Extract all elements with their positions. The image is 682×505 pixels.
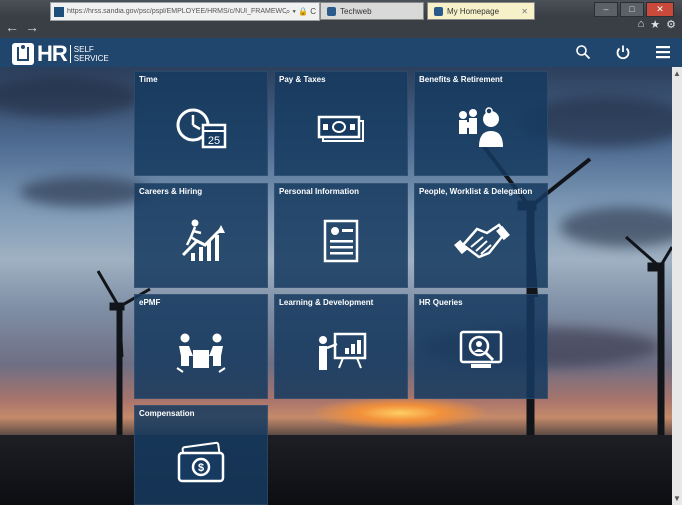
maximize-button[interactable]: □ bbox=[620, 2, 644, 17]
tile-title: Benefits & Retirement bbox=[419, 75, 503, 84]
homepage-favicon-icon bbox=[434, 6, 443, 16]
ground-horizon bbox=[0, 435, 672, 505]
id-card-icon bbox=[309, 215, 373, 265]
tab-my-homepage[interactable]: My Homepage ✕ bbox=[427, 2, 535, 20]
app-header: HR SELF SERVICE bbox=[0, 38, 682, 67]
tile-title: HR Queries bbox=[419, 298, 463, 307]
home-icon[interactable]: ⌂ bbox=[638, 18, 645, 31]
cash-icon: $ bbox=[169, 437, 233, 487]
scroll-up-icon[interactable]: ▲ bbox=[673, 69, 681, 78]
family-doctor-icon bbox=[449, 103, 513, 153]
tile-title: Careers & Hiring bbox=[139, 187, 203, 196]
hr-self-service-logo[interactable]: HR SELF SERVICE bbox=[12, 41, 109, 67]
tab-label: My Homepage bbox=[447, 6, 500, 16]
money-bills-icon bbox=[309, 103, 373, 153]
close-window-button[interactable]: ✕ bbox=[646, 2, 674, 17]
logo-hr-text: HR bbox=[37, 41, 68, 66]
window-controls: – □ ✕ bbox=[594, 2, 674, 17]
tile-title: Personal Information bbox=[279, 187, 360, 196]
tile-title: People, Worklist & Delegation bbox=[419, 187, 533, 196]
tile-title: Pay & Taxes bbox=[279, 75, 326, 84]
presentation-icon bbox=[309, 326, 373, 376]
sandia-logo-icon bbox=[12, 43, 34, 65]
tile-benefits-retirement[interactable]: Benefits & Retirement bbox=[414, 71, 548, 176]
search-icon[interactable] bbox=[574, 42, 592, 62]
tile-title: Learning & Development bbox=[279, 298, 374, 307]
hamburger-menu-icon[interactable] bbox=[654, 42, 672, 62]
minimize-button[interactable]: – bbox=[594, 2, 618, 17]
calendar-day: 25 bbox=[208, 135, 220, 147]
tile-time[interactable]: Time 25 bbox=[134, 71, 268, 176]
clock-calendar-icon: 25 bbox=[169, 103, 233, 153]
handshake-icon bbox=[449, 215, 513, 265]
browser-chrome: – □ ✕ ← → https://hrss.sandia.gov/psc/ps… bbox=[0, 0, 682, 38]
logo-subtitle: SELF SERVICE bbox=[69, 45, 109, 63]
site-favicon-icon bbox=[54, 6, 64, 17]
tab-techweb[interactable]: Techweb bbox=[320, 2, 424, 20]
tile-personal-information[interactable]: Personal Information bbox=[274, 183, 408, 288]
back-icon[interactable]: ← bbox=[4, 19, 20, 35]
svg-text:$: $ bbox=[198, 462, 204, 474]
forward-icon[interactable]: → bbox=[24, 19, 40, 35]
browser-toolbar-icons: ⌂ ★ ⚙ bbox=[638, 18, 676, 31]
tile-careers-hiring[interactable]: Careers & Hiring bbox=[134, 183, 268, 288]
techweb-favicon-icon bbox=[327, 6, 336, 16]
tile-people-worklist-delegation[interactable]: People, Worklist & Delegation bbox=[414, 183, 548, 288]
header-actions bbox=[574, 42, 672, 62]
logo-sub-line2: SERVICE bbox=[73, 54, 109, 63]
tile-title: Compensation bbox=[139, 409, 195, 418]
address-bar-icons[interactable]: ⌕ ▾ 🔒 C bbox=[286, 7, 319, 17]
tile-title: ePMF bbox=[139, 298, 161, 307]
page-scrollbar[interactable]: ▲ ▼ bbox=[672, 67, 682, 505]
logo-sub-line1: SELF bbox=[73, 45, 94, 54]
settings-gear-icon[interactable]: ⚙ bbox=[666, 18, 676, 31]
meeting-icon bbox=[169, 326, 233, 376]
search-person-icon bbox=[449, 326, 513, 376]
career-growth-icon bbox=[169, 215, 233, 265]
address-bar[interactable]: https://hrss.sandia.gov/psc/pspl/EMPLOYE… bbox=[50, 2, 320, 21]
tab-close-icon[interactable]: ✕ bbox=[521, 7, 528, 16]
tile-epmf[interactable]: ePMF bbox=[134, 294, 268, 399]
address-url[interactable]: https://hrss.sandia.gov/psc/pspl/EMPLOYE… bbox=[67, 8, 286, 15]
power-sign-out-icon[interactable] bbox=[614, 42, 632, 62]
tile-compensation[interactable]: Compensation $ bbox=[134, 405, 268, 505]
tab-label: Techweb bbox=[340, 6, 372, 16]
scroll-down-icon[interactable]: ▼ bbox=[673, 494, 681, 503]
favorites-star-icon[interactable]: ★ bbox=[650, 18, 660, 31]
tile-title: Time bbox=[139, 75, 158, 84]
tile-pay-taxes[interactable]: Pay & Taxes bbox=[274, 71, 408, 176]
tile-learning-development[interactable]: Learning & Development bbox=[274, 294, 408, 399]
tile-hr-queries[interactable]: HR Queries bbox=[414, 294, 548, 399]
